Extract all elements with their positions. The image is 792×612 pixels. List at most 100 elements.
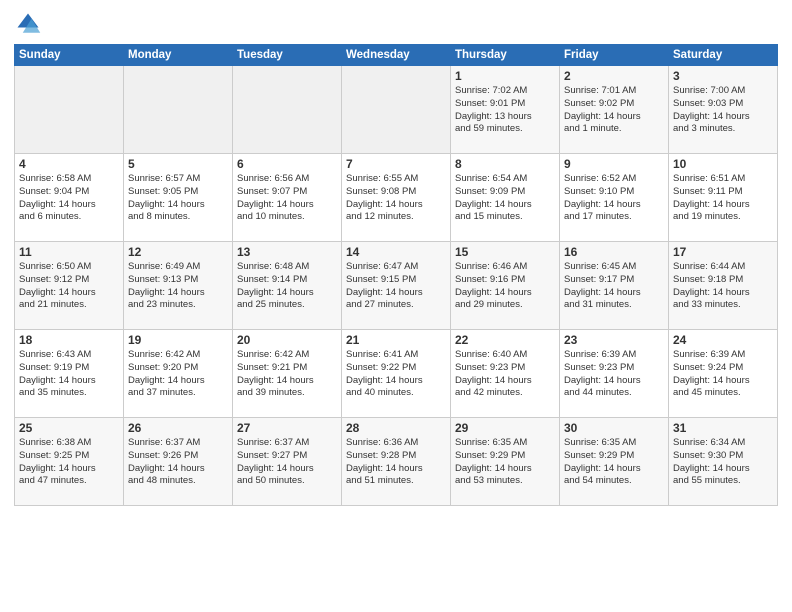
- weekday-header-monday: Monday: [124, 45, 233, 66]
- day-detail: Sunrise: 6:45 AM Sunset: 9:17 PM Dayligh…: [564, 261, 664, 312]
- day-number: 5: [128, 157, 228, 171]
- table-row: 10Sunrise: 6:51 AM Sunset: 9:11 PM Dayli…: [669, 154, 778, 242]
- day-detail: Sunrise: 6:42 AM Sunset: 9:21 PM Dayligh…: [237, 349, 337, 400]
- day-number: 8: [455, 157, 555, 171]
- header: [14, 10, 778, 38]
- day-number: 30: [564, 421, 664, 435]
- table-row: 8 Sunrise: 6:54 AM Sunset: 9:09 PM Daylig…: [451, 154, 560, 242]
- table-row: [15, 66, 124, 154]
- day-detail: Sunrise: 6:37 AM Sunset: 9:27 PM Dayligh…: [237, 437, 337, 488]
- logo: [14, 10, 46, 38]
- table-row: 24 Sunrise: 6:39 AM Sunset: 9:24 PM Dayli…: [669, 330, 778, 418]
- table-row: 25 Sunrise: 6:38 AM Sunset: 9:25 PM Dayli…: [15, 418, 124, 506]
- day-number: 13: [237, 245, 337, 259]
- day-detail: Sunrise: 6:39 AM Sunset: 9:23 PM Dayligh…: [564, 349, 664, 400]
- logo-icon: [14, 10, 42, 38]
- table-row: 7Sunrise: 6:55 AM Sunset: 9:08 PM Daylig…: [342, 154, 451, 242]
- day-number: 23: [564, 333, 664, 347]
- table-row: 22 Sunrise: 6:40 AM Sunset: 9:23 PM Dayli…: [451, 330, 560, 418]
- table-row: 1Sunrise: 7:02 AM Sunset: 9:01 PM Daylig…: [451, 66, 560, 154]
- weekday-header-tuesday: Tuesday: [233, 45, 342, 66]
- table-row: 2 Sunrise: 7:01 AM Sunset: 9:02 PM Daylig…: [560, 66, 669, 154]
- day-number: 22: [455, 333, 555, 347]
- day-detail: Sunrise: 6:35 AM Sunset: 9:29 PM Dayligh…: [564, 437, 664, 488]
- weekday-header-wednesday: Wednesday: [342, 45, 451, 66]
- week-row-2: 4 Sunrise: 6:58 AM Sunset: 9:04 PM Daylig…: [15, 154, 778, 242]
- day-number: 29: [455, 421, 555, 435]
- day-detail: Sunrise: 6:35 AM Sunset: 9:29 PM Dayligh…: [455, 437, 555, 488]
- table-row: 23 Sunrise: 6:39 AM Sunset: 9:23 PM Dayli…: [560, 330, 669, 418]
- page: SundayMondayTuesdayWednesdayThursdayFrid…: [0, 0, 792, 612]
- table-row: [124, 66, 233, 154]
- day-number: 24: [673, 333, 773, 347]
- day-number: 14: [346, 245, 446, 259]
- weekday-header-thursday: Thursday: [451, 45, 560, 66]
- table-row: 11 Sunrise: 6:50 AM Sunset: 9:12 PM Dayli…: [15, 242, 124, 330]
- weekday-header-sunday: Sunday: [15, 45, 124, 66]
- day-detail: Sunrise: 7:00 AM Sunset: 9:03 PM Dayligh…: [673, 85, 773, 136]
- day-detail: Sunrise: 6:54 AM Sunset: 9:09 PM Dayligh…: [455, 173, 555, 224]
- day-detail: Sunrise: 6:58 AM Sunset: 9:04 PM Dayligh…: [19, 173, 119, 224]
- table-row: 5Sunrise: 6:57 AM Sunset: 9:05 PM Daylig…: [124, 154, 233, 242]
- day-number: 16: [564, 245, 664, 259]
- day-number: 25: [19, 421, 119, 435]
- day-detail: Sunrise: 6:51 AM Sunset: 9:11 PM Dayligh…: [673, 173, 773, 224]
- day-number: 7: [346, 157, 446, 171]
- day-detail: Sunrise: 6:52 AM Sunset: 9:10 PM Dayligh…: [564, 173, 664, 224]
- week-row-4: 18Sunrise: 6:43 AM Sunset: 9:19 PM Dayli…: [15, 330, 778, 418]
- day-detail: Sunrise: 6:37 AM Sunset: 9:26 PM Dayligh…: [128, 437, 228, 488]
- table-row: 29 Sunrise: 6:35 AM Sunset: 9:29 PM Dayli…: [451, 418, 560, 506]
- day-detail: Sunrise: 6:40 AM Sunset: 9:23 PM Dayligh…: [455, 349, 555, 400]
- day-detail: Sunrise: 6:39 AM Sunset: 9:24 PM Dayligh…: [673, 349, 773, 400]
- day-number: 26: [128, 421, 228, 435]
- week-row-5: 25 Sunrise: 6:38 AM Sunset: 9:25 PM Dayli…: [15, 418, 778, 506]
- day-number: 12: [128, 245, 228, 259]
- weekday-header-row: SundayMondayTuesdayWednesdayThursdayFrid…: [15, 45, 778, 66]
- day-number: 6: [237, 157, 337, 171]
- day-number: 21: [346, 333, 446, 347]
- table-row: 26 Sunrise: 6:37 AM Sunset: 9:26 PM Dayli…: [124, 418, 233, 506]
- day-number: 4: [19, 157, 119, 171]
- day-detail: Sunrise: 6:56 AM Sunset: 9:07 PM Dayligh…: [237, 173, 337, 224]
- table-row: 19Sunrise: 6:42 AM Sunset: 9:20 PM Dayli…: [124, 330, 233, 418]
- day-number: 17: [673, 245, 773, 259]
- day-detail: Sunrise: 6:41 AM Sunset: 9:22 PM Dayligh…: [346, 349, 446, 400]
- day-detail: Sunrise: 6:48 AM Sunset: 9:14 PM Dayligh…: [237, 261, 337, 312]
- day-detail: Sunrise: 6:46 AM Sunset: 9:16 PM Dayligh…: [455, 261, 555, 312]
- day-number: 31: [673, 421, 773, 435]
- day-number: 15: [455, 245, 555, 259]
- day-number: 1: [455, 69, 555, 83]
- table-row: 13 Sunrise: 6:48 AM Sunset: 9:14 PM Dayli…: [233, 242, 342, 330]
- table-row: 15 Sunrise: 6:46 AM Sunset: 9:16 PM Dayli…: [451, 242, 560, 330]
- table-row: 28 Sunrise: 6:36 AM Sunset: 9:28 PM Dayli…: [342, 418, 451, 506]
- table-row: 17 Sunrise: 6:44 AM Sunset: 9:18 PM Dayli…: [669, 242, 778, 330]
- table-row: 16 Sunrise: 6:45 AM Sunset: 9:17 PM Dayli…: [560, 242, 669, 330]
- day-detail: Sunrise: 6:47 AM Sunset: 9:15 PM Dayligh…: [346, 261, 446, 312]
- day-detail: Sunrise: 6:49 AM Sunset: 9:13 PM Dayligh…: [128, 261, 228, 312]
- week-row-1: 1Sunrise: 7:02 AM Sunset: 9:01 PM Daylig…: [15, 66, 778, 154]
- day-detail: Sunrise: 6:50 AM Sunset: 9:12 PM Dayligh…: [19, 261, 119, 312]
- table-row: 18Sunrise: 6:43 AM Sunset: 9:19 PM Dayli…: [15, 330, 124, 418]
- day-detail: Sunrise: 6:34 AM Sunset: 9:30 PM Dayligh…: [673, 437, 773, 488]
- day-number: 11: [19, 245, 119, 259]
- day-number: 2: [564, 69, 664, 83]
- table-row: 12 Sunrise: 6:49 AM Sunset: 9:13 PM Dayli…: [124, 242, 233, 330]
- week-row-3: 11 Sunrise: 6:50 AM Sunset: 9:12 PM Dayli…: [15, 242, 778, 330]
- day-number: 20: [237, 333, 337, 347]
- table-row: 20 Sunrise: 6:42 AM Sunset: 9:21 PM Dayli…: [233, 330, 342, 418]
- day-detail: Sunrise: 6:38 AM Sunset: 9:25 PM Dayligh…: [19, 437, 119, 488]
- day-detail: Sunrise: 7:01 AM Sunset: 9:02 PM Dayligh…: [564, 85, 664, 136]
- day-number: 3: [673, 69, 773, 83]
- day-number: 27: [237, 421, 337, 435]
- day-number: 9: [564, 157, 664, 171]
- table-row: 4 Sunrise: 6:58 AM Sunset: 9:04 PM Daylig…: [15, 154, 124, 242]
- calendar-body: 1Sunrise: 7:02 AM Sunset: 9:01 PM Daylig…: [15, 66, 778, 506]
- weekday-header-friday: Friday: [560, 45, 669, 66]
- day-number: 19: [128, 333, 228, 347]
- day-detail: Sunrise: 6:36 AM Sunset: 9:28 PM Dayligh…: [346, 437, 446, 488]
- table-row: 21 Sunrise: 6:41 AM Sunset: 9:22 PM Dayli…: [342, 330, 451, 418]
- day-number: 28: [346, 421, 446, 435]
- day-detail: Sunrise: 6:44 AM Sunset: 9:18 PM Dayligh…: [673, 261, 773, 312]
- table-row: 9 Sunrise: 6:52 AM Sunset: 9:10 PM Daylig…: [560, 154, 669, 242]
- table-row: 14 Sunrise: 6:47 AM Sunset: 9:15 PM Dayli…: [342, 242, 451, 330]
